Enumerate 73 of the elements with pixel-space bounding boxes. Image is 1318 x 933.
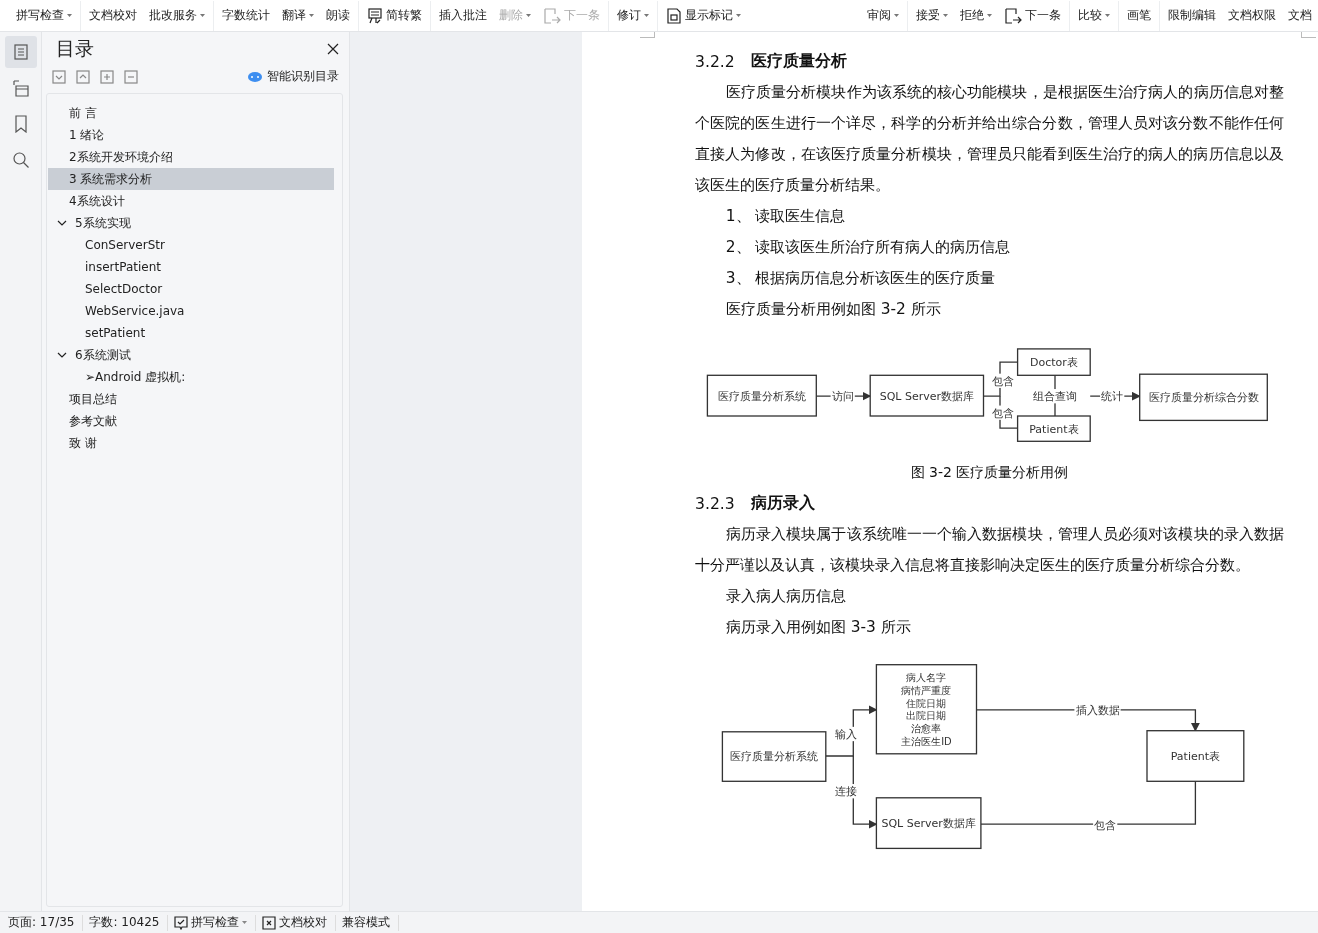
toc-item[interactable]: SelectDoctor	[48, 278, 334, 300]
paragraph: 录入病人病历信息	[724, 586, 847, 607]
edge-label: 连接	[834, 785, 857, 799]
word-count: 字数: 10425	[89, 914, 160, 931]
toc-item[interactable]: 参考文献	[48, 410, 334, 432]
toolbar-button[interactable]: 字数统计	[216, 3, 276, 28]
diagram-node: 医疗质量分析系统	[706, 374, 817, 417]
edge-label: 插入数据	[1075, 703, 1119, 717]
toolbar-button[interactable]: 插入批注	[433, 3, 493, 28]
toc-item[interactable]: insertPatient	[48, 256, 334, 278]
toc-item[interactable]: ConServerStr	[48, 234, 334, 256]
toolbar-button[interactable]: 审阅	[861, 3, 905, 28]
diagram-node: 病人名字 病情严重度 住院日期 出院日期 治愈率 主治医生ID	[875, 664, 977, 755]
section-heading: 医疗质量分析	[750, 51, 847, 72]
toc-item[interactable]: 项目总结	[48, 388, 334, 410]
toolbar-button[interactable]: 文档权限	[1222, 3, 1282, 28]
edge-label: 包含	[1093, 819, 1116, 833]
panel-title: 目录	[56, 36, 94, 61]
diagram-node: Doctor表	[1016, 348, 1091, 376]
edge-label: 包含	[992, 374, 1015, 388]
diagram-node: Patient表	[1016, 415, 1091, 442]
toc-item[interactable]: 6系统测试	[74, 344, 334, 366]
toc-item[interactable]: 4系统设计	[48, 190, 334, 212]
toolbar-button[interactable]: 画笔	[1121, 3, 1157, 28]
paragraph: 2、 读取该医生所治疗所有病人的病历信息	[724, 237, 1012, 258]
toolbar-button[interactable]: 拒绝	[954, 3, 998, 28]
diagram-node: Patient表	[1145, 730, 1244, 782]
toc-item[interactable]: ➢Android 虚拟机:	[48, 366, 334, 388]
toc-item[interactable]: 2系统开发环境介绍	[48, 146, 334, 168]
toolbar-button[interactable]: 接受	[910, 3, 954, 28]
paragraph: 病历录入用例如图 3-3 所示	[724, 617, 912, 638]
toolbar-button[interactable]: 简转繁	[361, 3, 428, 28]
toc-item[interactable]: 1 绪论	[48, 124, 334, 146]
edge-label: 输入	[834, 727, 857, 741]
toc-item[interactable]: 5系统实现	[74, 212, 334, 234]
edge-label: 统计	[1101, 390, 1124, 404]
toolbar-button[interactable]: 批改服务	[143, 3, 211, 28]
toolbar-button[interactable]: 朗读	[320, 3, 356, 28]
toc-item[interactable]: 3 系统需求分析	[48, 168, 334, 190]
toolbar-button[interactable]: 拼写检查	[10, 3, 78, 28]
toolbar-button[interactable]: 文档校对	[83, 3, 143, 28]
paragraph: 医疗质量分析用例如图 3-2 所示	[724, 299, 942, 320]
toolbar-button[interactable]: 下一条	[998, 3, 1067, 28]
toc-item[interactable]: 致 谢	[48, 432, 334, 454]
spell-check-button[interactable]: 拼写检查	[174, 914, 248, 931]
figure-caption: 图 3-2 医疗质量分析用例	[909, 463, 1070, 482]
compat-mode: 兼容模式	[342, 914, 391, 931]
diagram-node: 医疗质量分析综合分数	[1139, 373, 1268, 422]
toolbar-button[interactable]: 显示标记	[660, 3, 747, 28]
toolbar-button[interactable]: 比较	[1072, 3, 1116, 28]
heading-number: 3.2.3	[695, 494, 735, 513]
edge-label: 包含	[992, 406, 1015, 420]
toc-item[interactable]: 前 言	[48, 102, 334, 124]
toolbar-button[interactable]: 修订	[611, 3, 655, 28]
toolbar-button[interactable]: 限制编辑	[1162, 3, 1222, 28]
heading-number: 3.2.2	[695, 52, 735, 71]
toc-item[interactable]: setPatient	[48, 322, 334, 344]
section-heading: 病历录入	[750, 493, 815, 514]
page-count: 页面: 17/35	[8, 914, 75, 931]
edge-label: 组合查询	[1033, 390, 1077, 404]
paragraph: 3、 根据病历信息分析该医生的医疗质量	[724, 268, 997, 289]
edge-label: 访问	[831, 390, 854, 404]
toolbar-button[interactable]: 文档	[1282, 3, 1318, 28]
paragraph: 医疗质量分析模块作为该系统的核心功能模块，是根据医生治疗病人的病历信息对整个医院的医生进行一个详尽，科学的分析并给出综合分数，管理人员对该分数不能作任何直接人为修改，在该医疗质量分析模块，管理员只能看到医生治疗的病人的病历信息以及该医生的医疗质量分析结果。	[695, 82, 1284, 196]
toc-item[interactable]: WebService.java	[48, 300, 334, 322]
toolbar-button[interactable]: 翻译	[276, 3, 320, 28]
proofread-button[interactable]: 文档校对	[262, 914, 328, 931]
paragraph: 1、 读取医生信息	[724, 206, 847, 227]
smart-toc-link[interactable]: 智能识别目录	[267, 68, 339, 85]
diagram-node: 医疗质量分析系统	[721, 731, 826, 782]
paragraph: 病历录入模块属于该系统唯一一个输入数据模块，管理人员必须对该模块的录入数据十分严谨以及认真，该模块录入信息将直接影响决定医生的医疗质量分析综合分数。	[695, 524, 1284, 576]
diagram-node: SQL Server数据库	[875, 797, 982, 850]
diagram-node: SQL Server数据库	[869, 374, 985, 417]
